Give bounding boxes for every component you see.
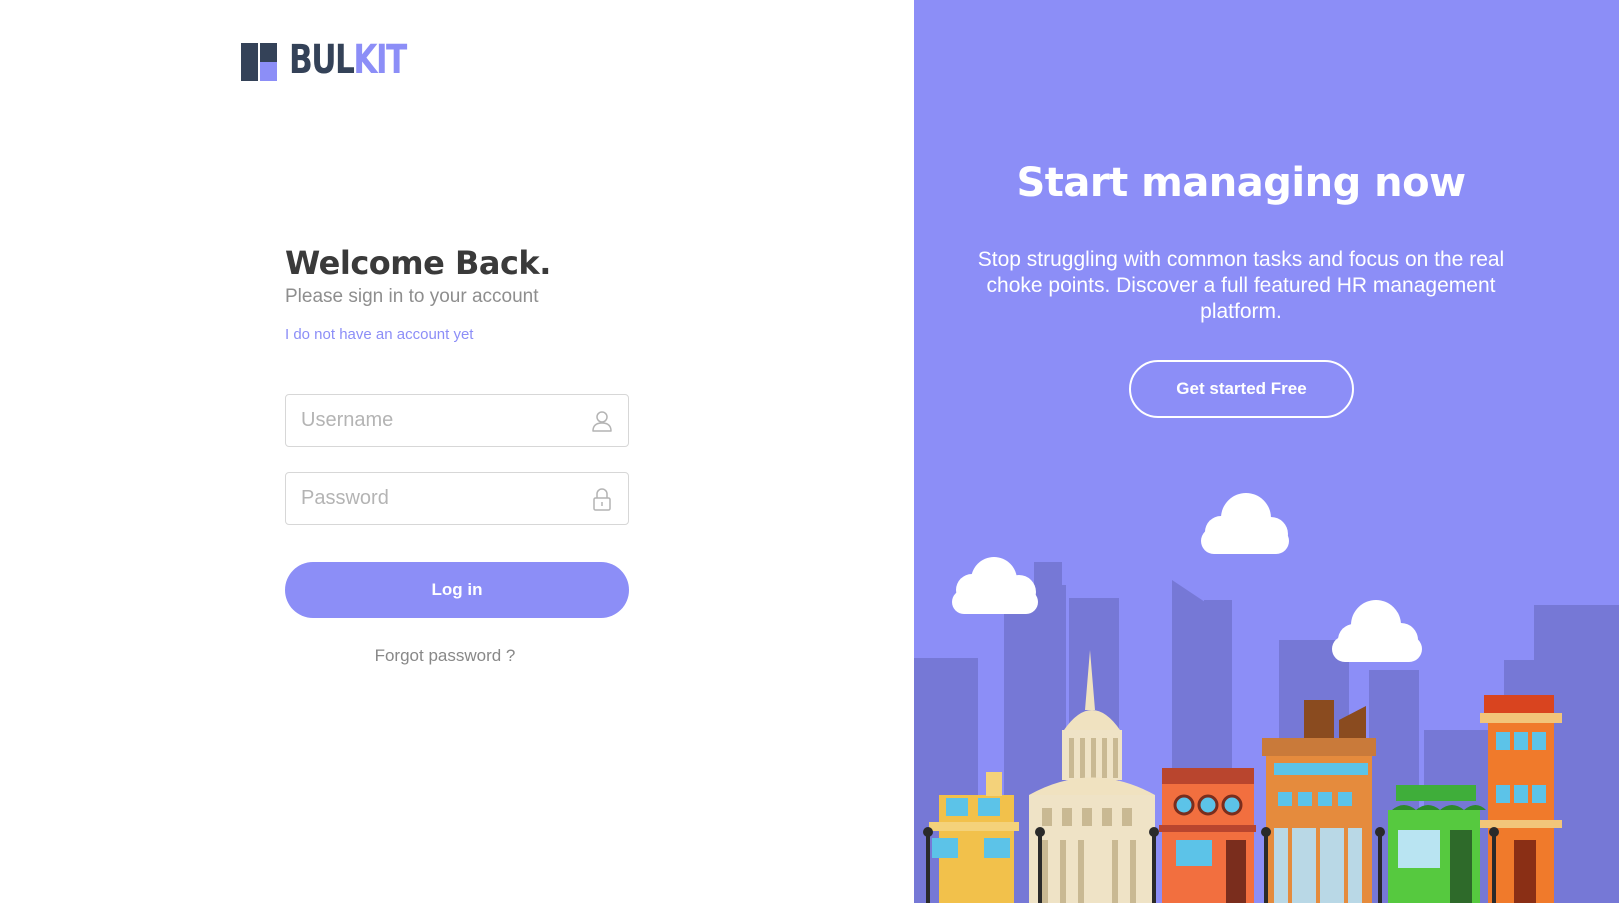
logo-text-dark: BUL <box>289 37 355 83</box>
get-started-button[interactable]: Get started Free <box>1129 360 1354 418</box>
password-field <box>285 472 629 525</box>
no-account-link[interactable]: I do not have an account yet <box>285 326 473 343</box>
promo-pane: Start managing now Stop struggling with … <box>914 0 1619 903</box>
login-button[interactable]: Log in <box>285 562 629 618</box>
logo-wordmark: BULKIT <box>289 37 407 83</box>
brand-logo[interactable]: BULKIT <box>241 37 439 83</box>
login-pane: BULKIT Welcome Back. Please sign in to y… <box>0 0 914 903</box>
lock-icon <box>593 488 611 511</box>
signin-subtitle: Please sign in to your account <box>285 286 539 307</box>
forgot-password-link[interactable]: Forgot password ? <box>285 646 605 666</box>
city-illustration <box>914 493 1619 903</box>
logo-mark-icon <box>241 40 277 81</box>
welcome-heading: Welcome Back. <box>285 244 551 282</box>
username-field <box>285 394 629 447</box>
password-input[interactable] <box>286 473 576 524</box>
promo-title: Start managing now <box>1016 160 1466 206</box>
user-icon <box>592 411 612 432</box>
logo-text-accent: KIT <box>353 37 407 83</box>
promo-text: Stop struggling with common tasks and fo… <box>977 248 1505 323</box>
username-input[interactable] <box>286 395 576 446</box>
